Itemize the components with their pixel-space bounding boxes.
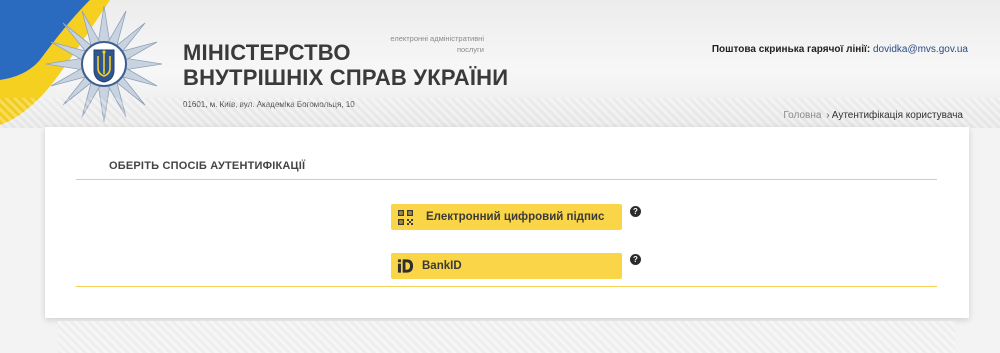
bankid-label: BankID [422,260,462,272]
site-header: МІНІСТЕРСТВО ВНУТРІШНІХ СПРАВ УКРАЇНИ ел… [0,0,1000,128]
bankid-icon [397,258,414,275]
hotline-label: Поштова скринька гарячої лінії: [711,44,871,55]
breadcrumb-separator: › [826,110,830,121]
digital-signature-help-icon[interactable]: ? [630,206,641,217]
auth-title: ОБЕРІТЬ СПОСІБ АУТЕНТИФІКАЦІЇ [109,160,306,172]
digital-signature-label: Електронний цифровий підпис [426,211,605,223]
services-label: електронні адміністративні послуги [390,34,484,54]
bottom-divider [76,286,937,287]
auth-card: ОБЕРІТЬ СПОСІБ АУТЕНТИФІКАЦІЇ Електронни… [45,127,969,318]
breadcrumb-current: Аутентифікація користувача [831,110,963,121]
digital-signature-button[interactable]: Електронний цифровий підпис [391,204,622,230]
ministry-title-line2: ВНУТРІШНІХ СПРАВ УКРАЇНИ [183,65,509,90]
hotline-email-link[interactable]: dovidka@mvs.gov.ua [873,44,968,55]
hotline: Поштова скринька гарячої лінії: dovidka@… [712,44,968,55]
breadcrumb-home-link[interactable]: Головна [783,110,821,121]
bankid-help-icon[interactable]: ? [630,254,641,265]
ministry-emblem-icon [45,5,163,123]
qr-code-icon [397,209,414,226]
ministry-address: 01601, м. Київ, вул. Академіка Богомольц… [183,100,355,109]
footer-pattern [58,321,955,353]
breadcrumb: Головна › Аутентифікація користувача [783,110,963,121]
title-divider [76,179,937,180]
bankid-button[interactable]: BankID [391,253,622,279]
